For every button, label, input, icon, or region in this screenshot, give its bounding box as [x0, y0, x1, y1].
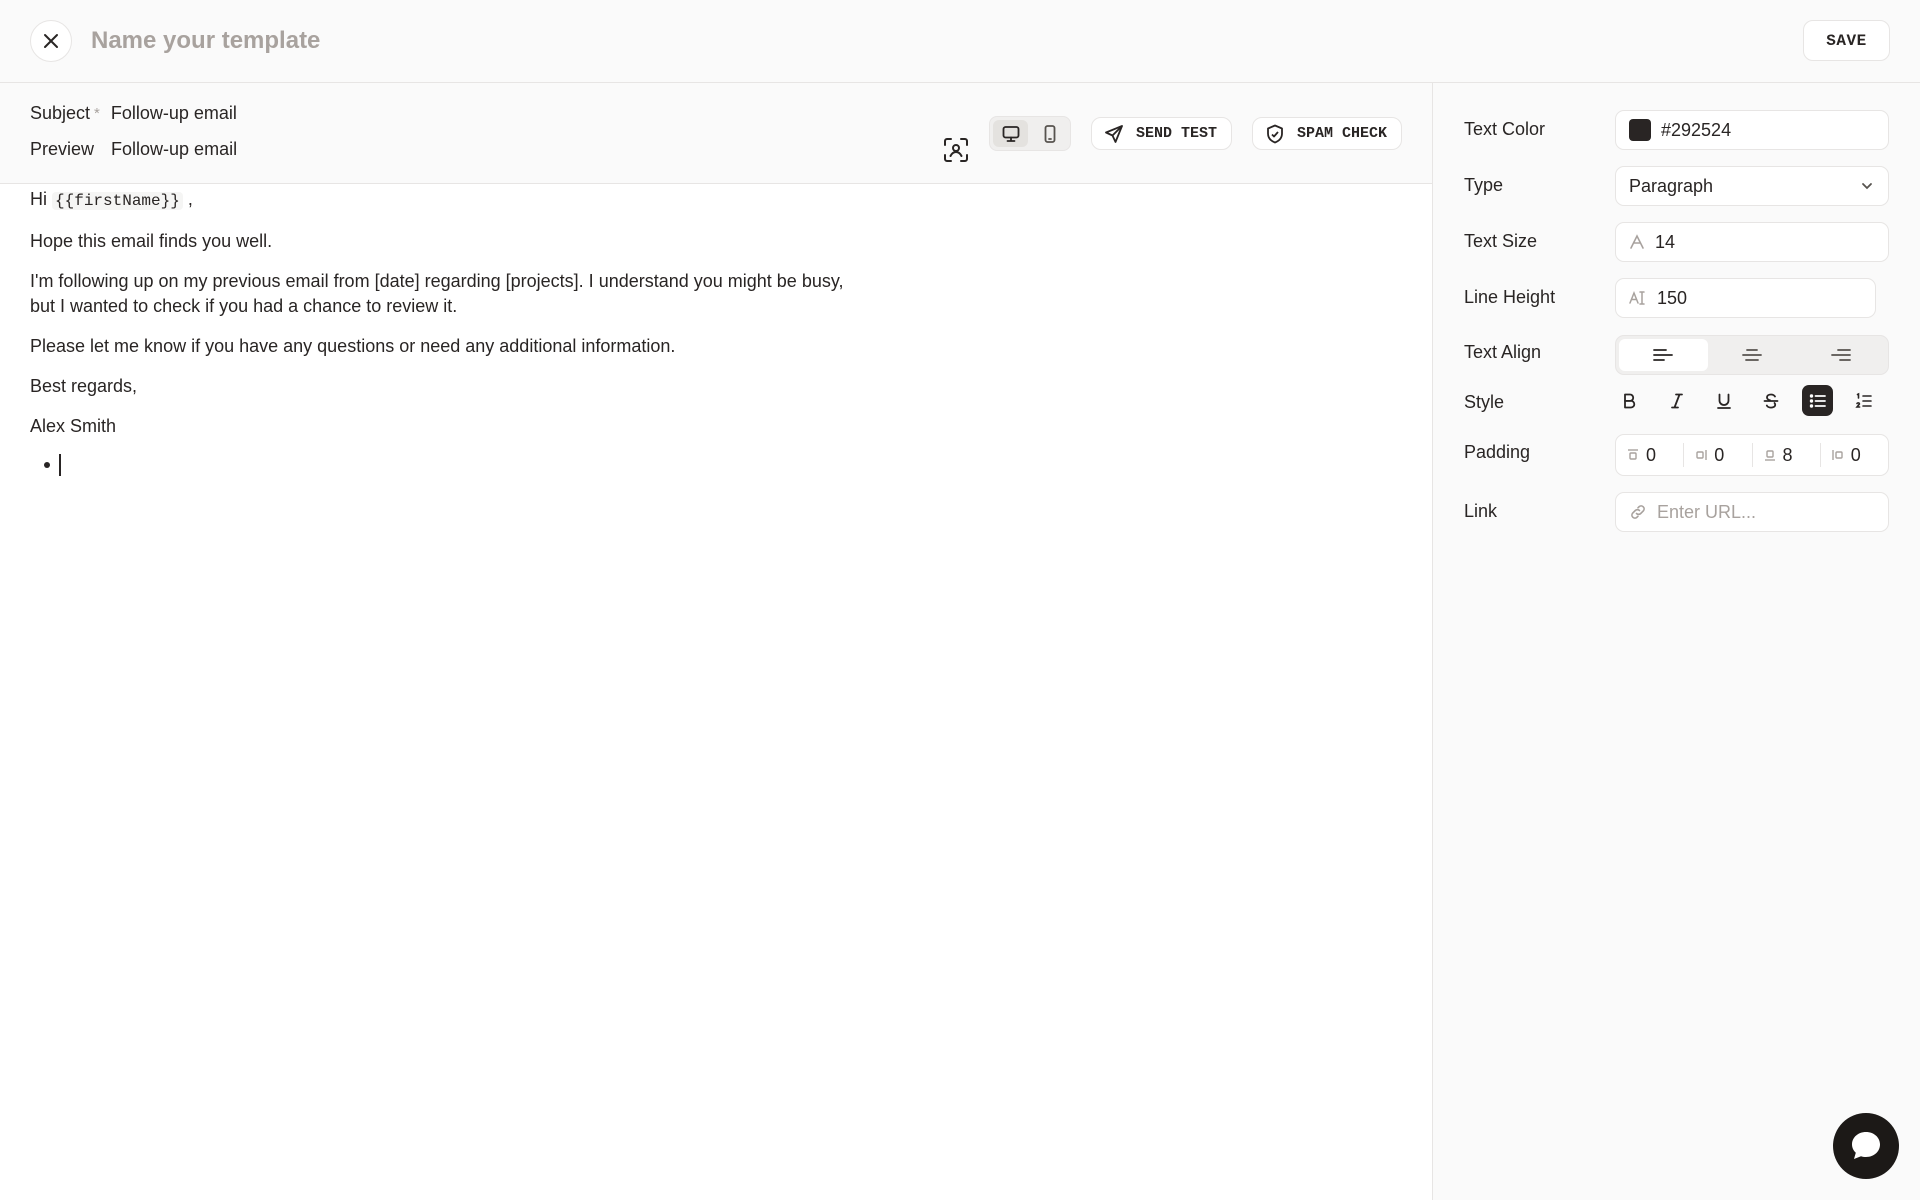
text-color-label: Text Color: [1464, 119, 1546, 139]
type-label: Type: [1464, 175, 1504, 195]
spam-check-button[interactable]: SPAM CHECK: [1252, 117, 1403, 150]
personalization-scan-icon[interactable]: [942, 136, 970, 164]
chevron-down-icon: [1859, 178, 1875, 194]
device-toggle: [989, 116, 1071, 151]
mobile-icon: [1040, 124, 1060, 144]
numbered-list-icon: [1854, 392, 1873, 410]
first-name-variable[interactable]: {{firstName}}: [52, 192, 183, 210]
padding-top-input[interactable]: 0: [1616, 443, 1685, 467]
desktop-preview-button[interactable]: [993, 120, 1028, 147]
spam-check-label: SPAM CHECK: [1297, 125, 1388, 142]
signature-name: Alex Smith: [30, 416, 117, 436]
align-center-button[interactable]: [1708, 339, 1797, 371]
italic-icon: [1668, 392, 1686, 410]
email-editor: Subject * Follow-up email Preview Follow…: [0, 83, 1432, 1200]
body-paragraph: Hope this email finds you well.: [30, 231, 273, 251]
bold-button[interactable]: [1613, 385, 1644, 416]
text-cursor: [59, 454, 61, 476]
align-center-icon: [1741, 346, 1763, 364]
padding-left-value: 0: [1850, 444, 1861, 465]
send-test-label: SEND TEST: [1136, 125, 1218, 142]
padding-bottom-icon: [1763, 448, 1783, 462]
subject-label: Subject: [30, 103, 91, 123]
padding-inputs: 0 0 8 0: [1615, 434, 1889, 476]
close-icon: [42, 32, 60, 50]
properties-panel: Text Color #292524 Type Paragraph Text S…: [1433, 83, 1920, 1200]
line-height-value: 150: [1657, 287, 1688, 308]
align-right-button[interactable]: [1796, 339, 1885, 371]
chat-bubble-icon: [1849, 1129, 1883, 1163]
body-paragraph: I'm following up on my previous email fr…: [30, 271, 844, 316]
text-color-field[interactable]: #292524: [1615, 110, 1889, 150]
close-button[interactable]: [30, 20, 72, 62]
subject-field[interactable]: Follow-up email: [111, 103, 237, 124]
bulleted-list-icon: [1809, 392, 1827, 410]
subject-row: Subject * Follow-up email: [30, 103, 237, 124]
padding-top-icon: [1626, 448, 1646, 462]
text-align-label: Text Align: [1464, 342, 1542, 362]
send-test-button[interactable]: SEND TEST: [1091, 117, 1233, 150]
required-marker: *: [94, 105, 100, 122]
save-button[interactable]: SAVE: [1803, 20, 1890, 61]
mobile-preview-button[interactable]: [1032, 120, 1067, 147]
line-height-icon: [1629, 290, 1647, 306]
shield-icon: [1265, 124, 1285, 144]
email-body[interactable]: Hi {{firstName}} , Hope this email finds…: [30, 184, 860, 476]
strikethrough-button[interactable]: [1755, 385, 1786, 416]
padding-left-input[interactable]: 0: [1821, 443, 1888, 467]
greeting-punctuation: ,: [187, 189, 193, 209]
body-paragraph: Please let me know if you have any quest…: [30, 336, 676, 356]
greeting-text: Hi: [30, 189, 47, 209]
text-size-value: 14: [1655, 231, 1676, 252]
padding-label: Padding: [1464, 442, 1531, 462]
sign-off: Best regards,: [30, 376, 138, 396]
text-size-label: Text Size: [1464, 231, 1538, 251]
send-icon: [1104, 124, 1124, 144]
padding-left-icon: [1831, 448, 1851, 462]
line-height-label: Line Height: [1464, 287, 1556, 307]
style-label: Style: [1464, 392, 1505, 412]
italic-button[interactable]: [1661, 385, 1692, 416]
bulleted-list-button[interactable]: [1802, 385, 1833, 416]
type-value: Paragraph: [1629, 175, 1714, 196]
align-right-icon: [1830, 346, 1852, 364]
link-input[interactable]: Enter URL...: [1615, 492, 1889, 532]
preview-label: Preview: [30, 139, 95, 159]
link-placeholder: Enter URL...: [1657, 501, 1757, 522]
padding-top-value: 0: [1646, 444, 1657, 465]
numbered-list-button[interactable]: [1848, 385, 1879, 416]
font-size-icon: [1629, 234, 1645, 250]
align-left-button[interactable]: [1619, 339, 1708, 371]
email-meta: Subject * Follow-up email Preview Follow…: [0, 83, 1432, 184]
type-select[interactable]: Paragraph: [1615, 166, 1889, 206]
desktop-icon: [1001, 124, 1021, 144]
preview-row: Preview Follow-up email: [30, 139, 237, 160]
text-size-input[interactable]: 14: [1615, 222, 1889, 262]
align-left-icon: [1652, 346, 1674, 364]
text-align-group: [1615, 335, 1889, 375]
underline-icon: [1715, 392, 1733, 410]
template-name-input[interactable]: [91, 24, 991, 58]
padding-right-value: 0: [1714, 444, 1725, 465]
top-bar: SAVE: [0, 0, 1920, 83]
line-height-input[interactable]: 150: [1615, 278, 1876, 318]
padding-right-icon: [1694, 448, 1714, 462]
chat-support-button[interactable]: [1833, 1113, 1899, 1179]
padding-bottom-value: 8: [1782, 444, 1793, 465]
color-swatch[interactable]: [1629, 119, 1651, 141]
padding-bottom-input[interactable]: 8: [1753, 443, 1821, 467]
bold-icon: [1620, 392, 1638, 410]
greeting-line: Hi {{firstName}} ,: [30, 187, 860, 214]
bullet-list-item[interactable]: [30, 454, 860, 476]
link-label: Link: [1464, 501, 1498, 521]
strikethrough-icon: [1762, 392, 1780, 410]
underline-button[interactable]: [1708, 385, 1739, 416]
text-color-value: #292524: [1661, 119, 1732, 140]
padding-right-input[interactable]: 0: [1684, 443, 1753, 467]
link-icon: [1629, 503, 1647, 521]
preview-field[interactable]: Follow-up email: [111, 139, 237, 160]
bullet-dot: [44, 462, 50, 468]
